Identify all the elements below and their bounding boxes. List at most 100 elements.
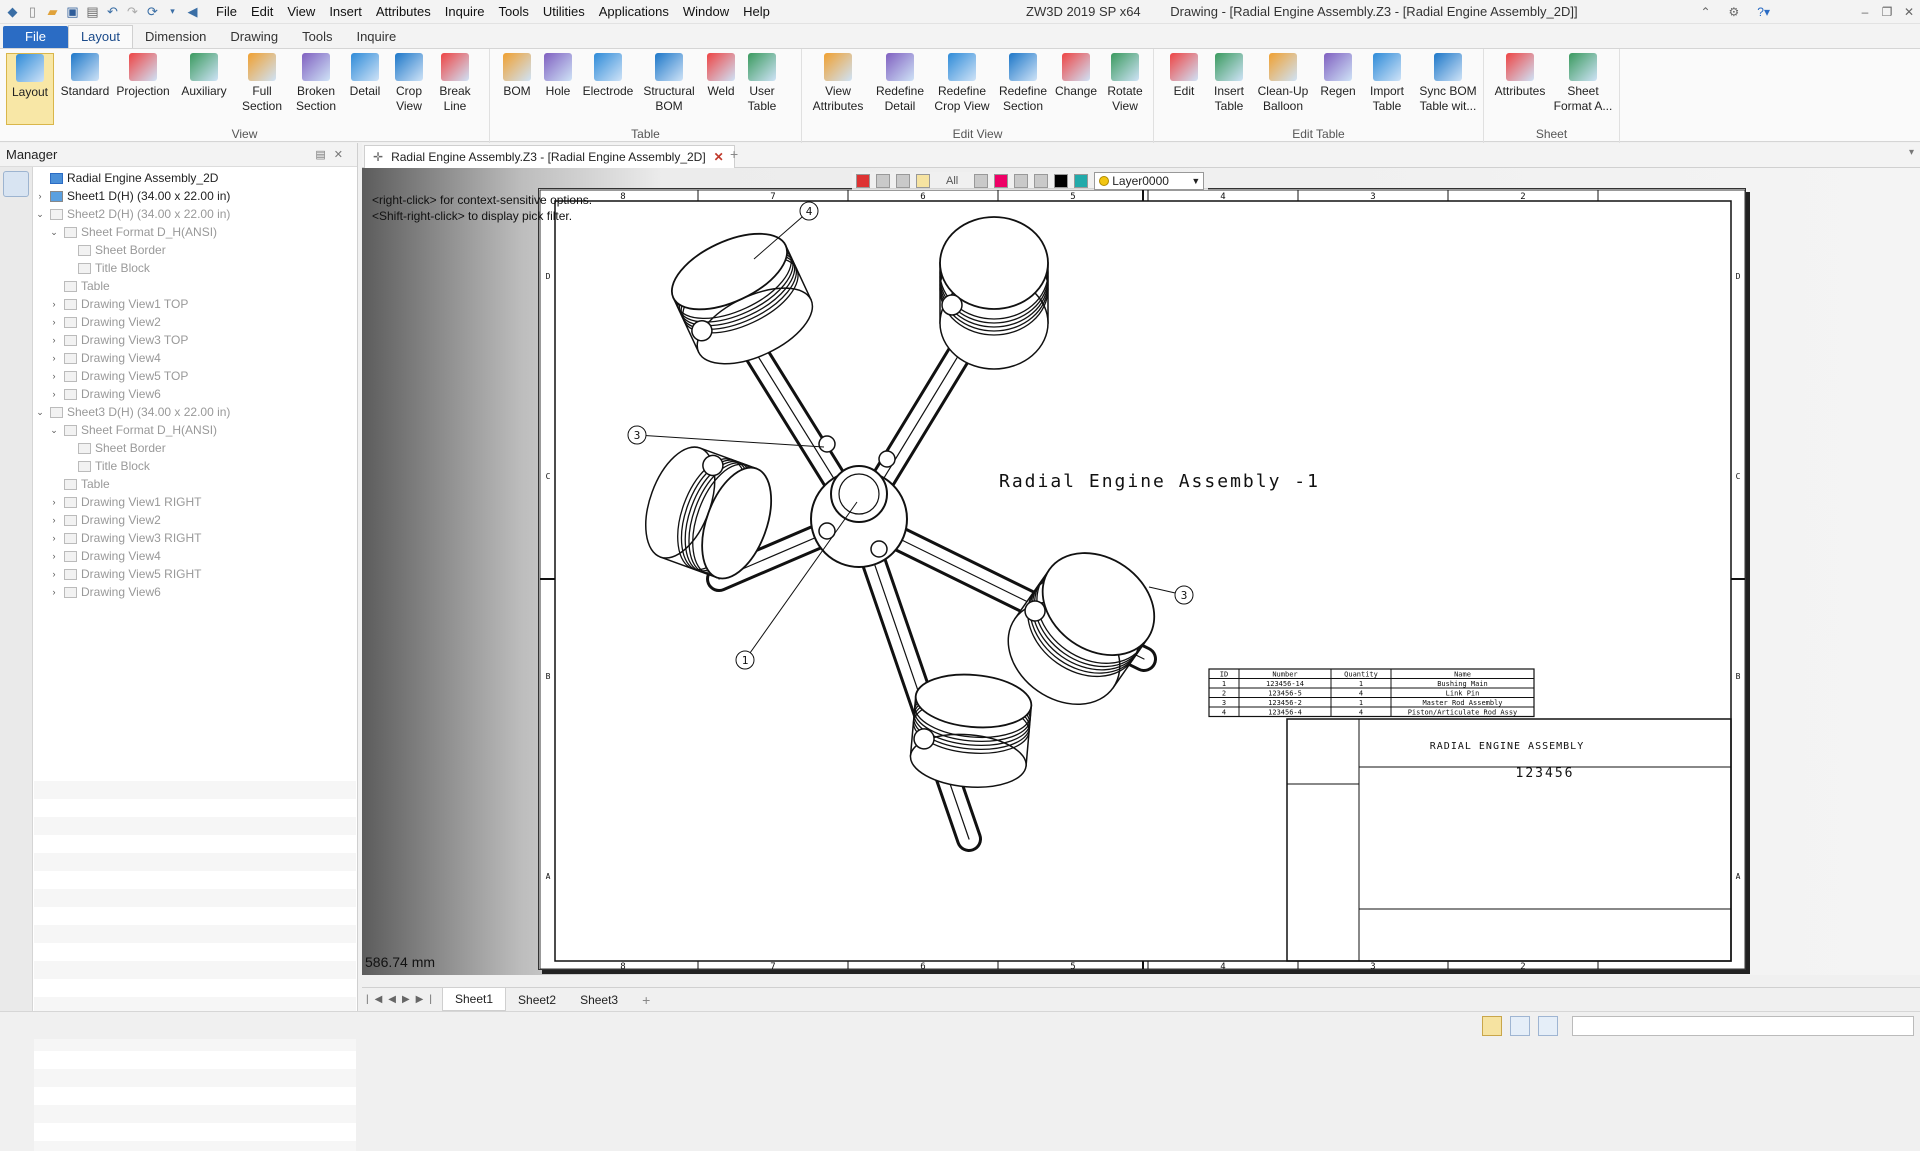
brush-icon[interactable] <box>896 174 910 188</box>
tree-item[interactable]: Title Block <box>34 457 356 475</box>
tree-item[interactable]: › Drawing View1 RIGHT <box>34 493 356 511</box>
tree-item[interactable]: › Drawing View2 <box>34 511 356 529</box>
arrow-up-icon[interactable]: ⌃ <box>1700 0 1710 24</box>
expand-icon[interactable]: ⌄ <box>34 403 46 421</box>
ribbon-button-insert-table[interactable]: Insert Table <box>1208 53 1250 125</box>
collapse-icon[interactable]: › <box>48 349 60 367</box>
collapse-icon[interactable]: › <box>48 565 60 583</box>
tree-item[interactable]: › Drawing View6 <box>34 583 356 601</box>
panel-controls[interactable]: ▤✕ <box>315 143 351 167</box>
ribbon-button-view-attributes[interactable]: View Attributes <box>806 53 870 125</box>
tree-item[interactable]: › Drawing View2 <box>34 313 356 331</box>
menu-inquire[interactable]: Inquire <box>438 0 492 24</box>
window-icon[interactable] <box>1538 1016 1558 1036</box>
settings-icon[interactable]: ⚙ <box>1729 0 1740 24</box>
ribbon-button-projection[interactable]: Projection <box>112 53 174 125</box>
collapse-icon[interactable]: › <box>48 547 60 565</box>
drawing-sheet[interactable]: 8 8 7 7 6 6 5 5 4 4 3 3 2 2 D D C C B B A A 4 3 1 3 Radial Engine … <box>538 188 1746 971</box>
filter-all[interactable]: All <box>936 175 968 187</box>
sheet-nav-arrows[interactable]: |◀◀▶▶| <box>362 994 442 1005</box>
view-icon[interactable] <box>1034 174 1049 188</box>
tree-item[interactable]: › Drawing View5 RIGHT <box>34 565 356 583</box>
ribbon-button-clean-up-balloon[interactable]: Clean-Up Balloon <box>1254 53 1312 125</box>
tab-dimension[interactable]: Dimension <box>133 26 218 48</box>
menu-help[interactable]: Help <box>736 0 777 24</box>
ribbon-button-weld[interactable]: Weld <box>702 53 740 125</box>
ribbon-button-sheet-format-a[interactable]: Sheet Format A... <box>1552 53 1614 125</box>
collapse-icon[interactable]: › <box>48 331 60 349</box>
collapse-icon[interactable]: › <box>48 313 60 331</box>
new-file-icon[interactable]: ▯ <box>24 3 41 20</box>
collapse-icon[interactable]: › <box>48 583 60 601</box>
collapse-icon[interactable]: › <box>48 529 60 547</box>
ribbon-button-electrode[interactable]: Electrode <box>580 53 636 125</box>
print-icon[interactable]: ▤ <box>84 3 101 20</box>
tab-drawing[interactable]: Drawing <box>218 26 290 48</box>
close-icon[interactable]: ✕ <box>714 150 724 164</box>
tree-item[interactable]: Sheet Border <box>34 439 356 457</box>
ribbon-button-break-line[interactable]: Break Line <box>433 53 477 125</box>
tree-item[interactable]: Title Block <box>34 259 356 277</box>
chevron-down-icon[interactable]: ▾ <box>164 3 181 20</box>
document-tab[interactable]: ✛ Radial Engine Assembly.Z3 - [Radial En… <box>364 145 735 168</box>
line-color-icon[interactable] <box>1054 174 1069 188</box>
tree-item[interactable]: Table <box>34 475 356 493</box>
collapse-icon[interactable]: › <box>48 295 60 313</box>
help-icon[interactable]: ?▾ <box>1757 0 1770 24</box>
ribbon-button-sync-bom-table-wit[interactable]: Sync BOM Table wit... <box>1416 53 1480 125</box>
tree-item[interactable]: ⌄ Sheet Format D_H(ANSI) <box>34 421 356 439</box>
collapse-icon[interactable]: › <box>48 385 60 403</box>
tree-item[interactable]: › Drawing View1 TOP <box>34 295 356 313</box>
ribbon-button-import-table[interactable]: Import Table <box>1364 53 1410 125</box>
ribbon-button-user-table[interactable]: User Table <box>742 53 782 125</box>
ribbon-button-redefine-detail[interactable]: Redefine Detail <box>872 53 928 125</box>
tree-item[interactable]: › Drawing View6 <box>34 385 356 403</box>
menu-window[interactable]: Window <box>676 0 736 24</box>
ribbon-button-crop-view[interactable]: Crop View <box>389 53 429 125</box>
save-icon[interactable]: ▣ <box>64 3 81 20</box>
tree-item[interactable]: › Drawing View3 RIGHT <box>34 529 356 547</box>
tree-item[interactable]: Sheet Border <box>34 241 356 259</box>
tab-file[interactable]: File <box>3 26 68 48</box>
pencil-icon[interactable] <box>876 174 890 188</box>
menu-view[interactable]: View <box>280 0 322 24</box>
ribbon-button-redefine-section[interactable]: Redefine Section <box>994 53 1052 125</box>
tab-menu-icon[interactable]: ▾ <box>1909 147 1914 158</box>
tree-item[interactable]: ⌄ Sheet Format D_H(ANSI) <box>34 223 356 241</box>
ribbon-button-detail[interactable]: Detail <box>344 53 386 125</box>
collapse-icon[interactable]: › <box>34 187 46 205</box>
ribbon-button-structural-bom[interactable]: Structural BOM <box>638 53 700 125</box>
expand-icon[interactable]: ⌄ <box>34 205 46 223</box>
tree-item[interactable]: ⌄ Sheet3 D(H) (34.00 x 22.00 in) <box>34 403 356 421</box>
sheet-tab-3[interactable]: Sheet3 <box>568 989 630 1011</box>
expand-icon[interactable]: ⌄ <box>48 223 60 241</box>
ribbon-button-edit[interactable]: Edit <box>1166 53 1202 125</box>
tree-item[interactable]: › Sheet1 D(H) (34.00 x 22.00 in) <box>34 187 356 205</box>
menu-utilities[interactable]: Utilities <box>536 0 592 24</box>
menu-tools[interactable]: Tools <box>492 0 536 24</box>
ribbon-button-full-section[interactable]: Full Section <box>236 53 288 125</box>
command-input[interactable] <box>1572 1016 1914 1036</box>
ribbon-button-auxiliary[interactable]: Auxiliary <box>176 53 232 125</box>
layout-mode-icon[interactable] <box>1482 1016 1502 1036</box>
open-folder-icon[interactable]: ▰ <box>44 3 61 20</box>
tree-item[interactable]: › Drawing View5 TOP <box>34 367 356 385</box>
layer-dropdown[interactable]: Layer0000 ▼ <box>1094 172 1205 190</box>
menu-edit[interactable]: Edit <box>244 0 280 24</box>
sheet-tab-1[interactable]: Sheet1 <box>441 988 507 1011</box>
expand-icon[interactable]: ⌄ <box>48 421 60 439</box>
collapse-icon[interactable]: › <box>48 493 60 511</box>
ribbon-button-attributes[interactable]: Attributes <box>1492 53 1548 125</box>
menu-applications[interactable]: Applications <box>592 0 676 24</box>
sheet-tab-2[interactable]: Sheet2 <box>506 989 568 1011</box>
close-icon[interactable]: ✕ <box>1898 0 1920 24</box>
ribbon-button-layout[interactable]: Layout <box>6 53 54 125</box>
collapse-icon[interactable]: › <box>48 511 60 529</box>
tree-item[interactable]: ⌄ Sheet2 D(H) (34.00 x 22.00 in) <box>34 205 356 223</box>
ribbon-button-redefine-crop-view[interactable]: Redefine Crop View <box>932 53 992 125</box>
tab-inquire[interactable]: Inquire <box>344 26 408 48</box>
tree-item[interactable]: Table <box>34 277 356 295</box>
menu-file[interactable]: File <box>209 0 244 24</box>
tree-item[interactable]: › Drawing View4 <box>34 547 356 565</box>
monitor-icon[interactable] <box>1510 1016 1530 1036</box>
